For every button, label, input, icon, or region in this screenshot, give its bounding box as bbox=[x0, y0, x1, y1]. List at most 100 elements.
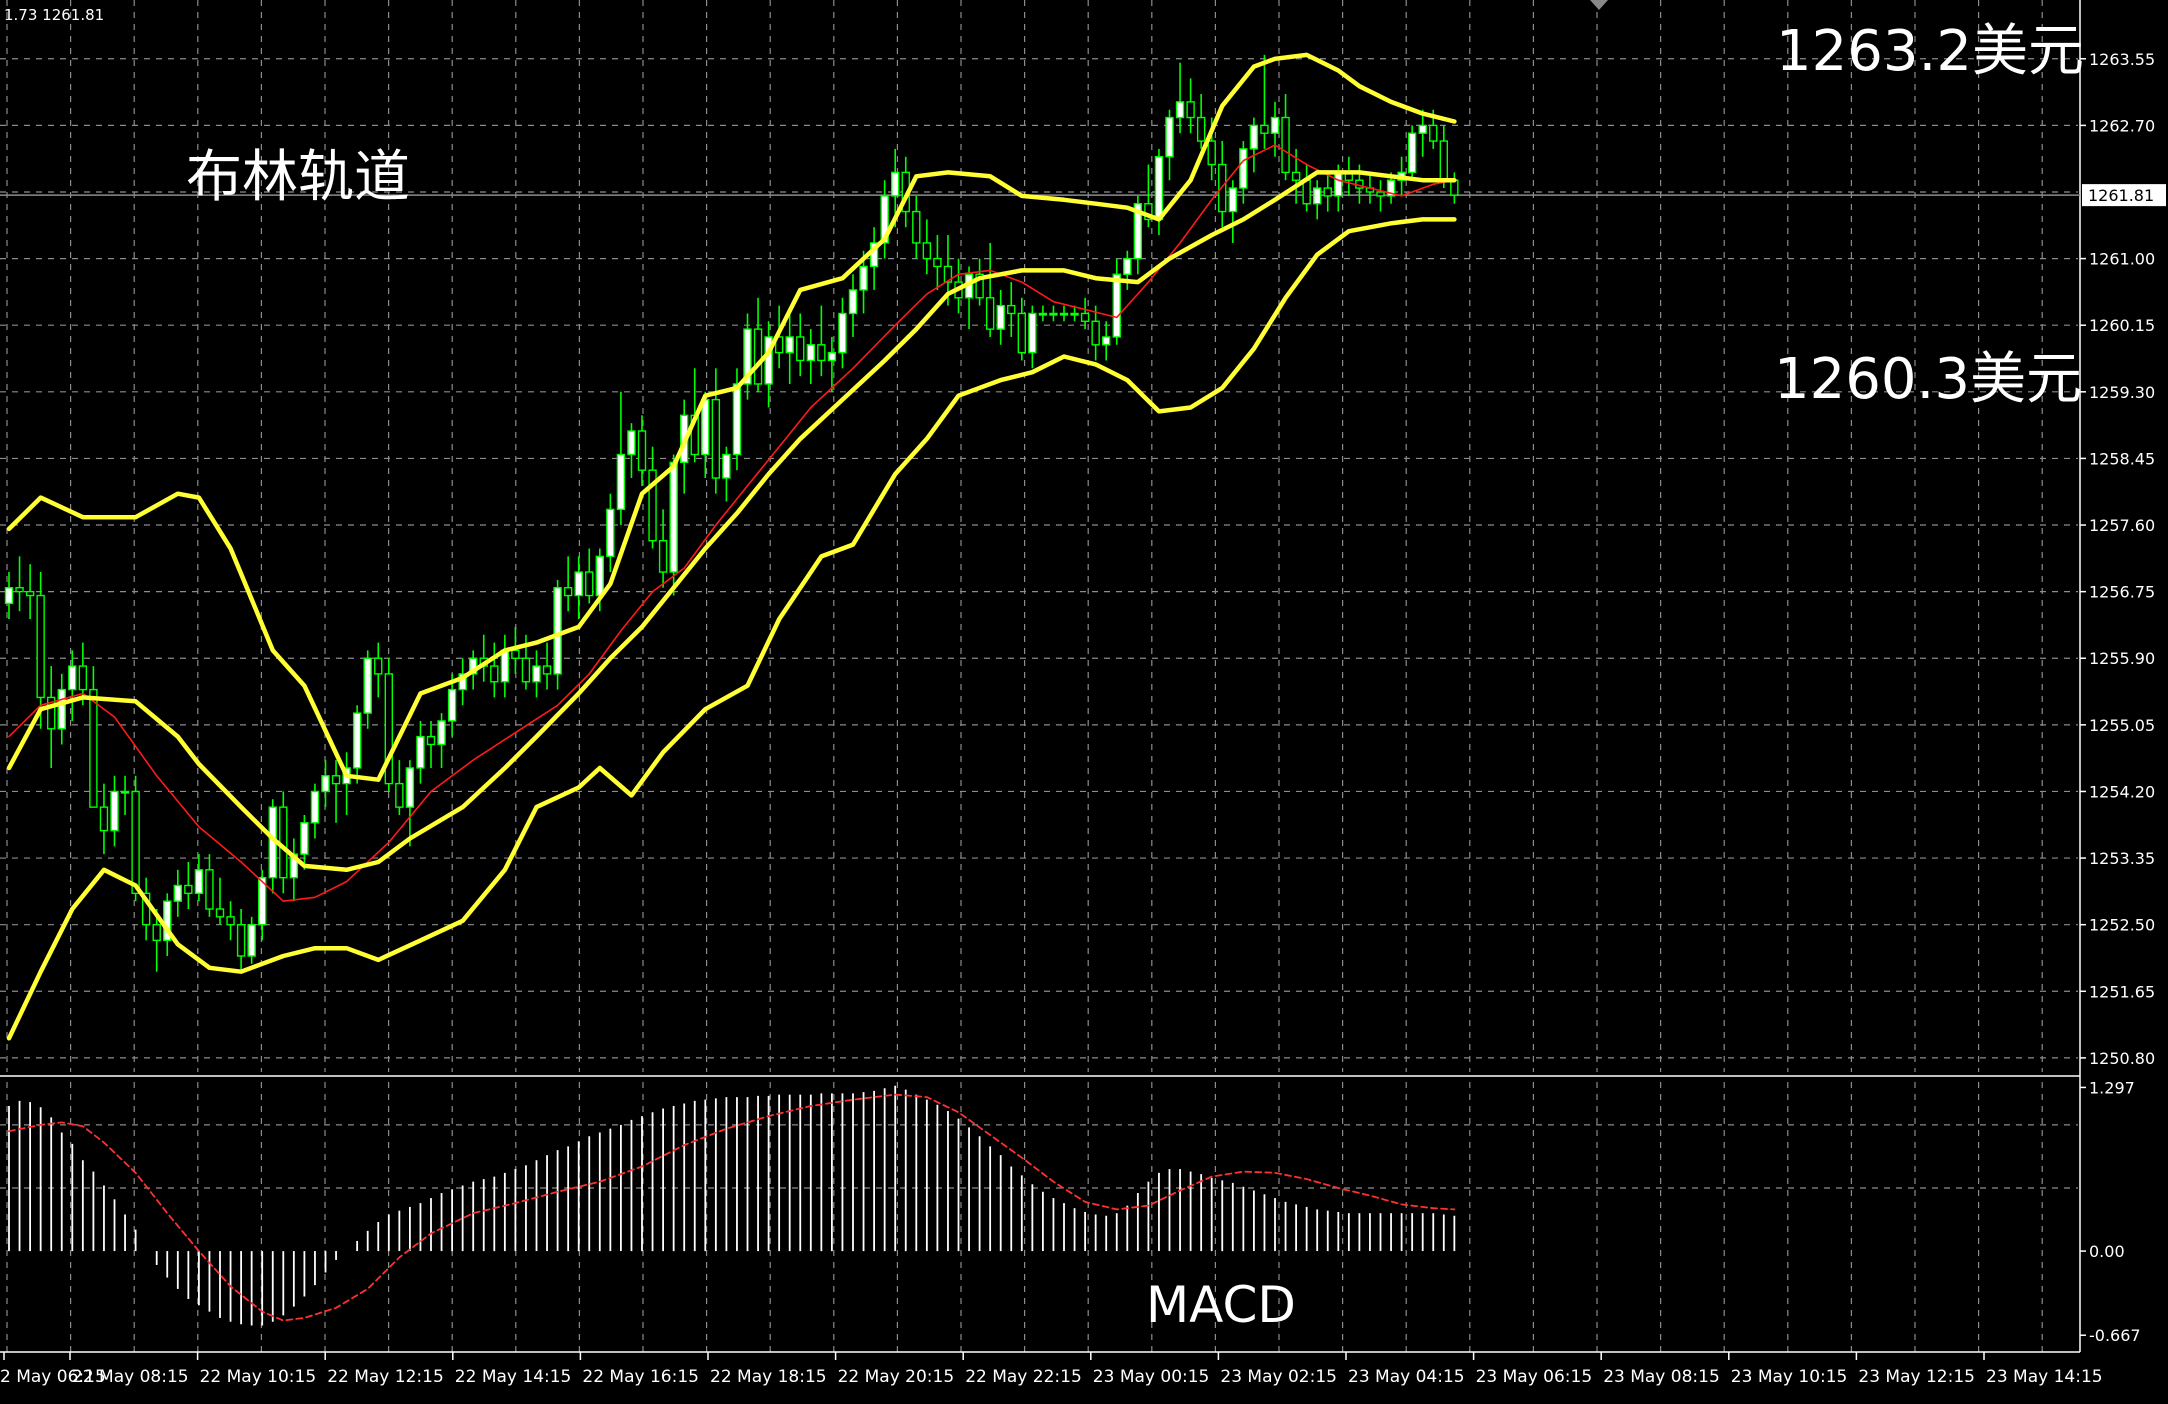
candle-body-bull bbox=[627, 430, 636, 456]
time-tick-label: 22 May 22:15 bbox=[965, 1367, 1082, 1387]
candle-body-bear bbox=[279, 806, 288, 879]
candle-body-bear bbox=[236, 923, 246, 957]
candle-body-bull bbox=[1123, 257, 1132, 275]
candle-body-bull bbox=[57, 688, 66, 730]
annotation-bollinger: 布林轨道 bbox=[186, 145, 410, 210]
time-tick-label: 22 May 08:15 bbox=[72, 1367, 189, 1387]
price-tick-label: 1262.70 bbox=[2089, 116, 2155, 135]
candle-body-bull bbox=[827, 351, 837, 362]
price-tick-label: 1255.90 bbox=[2089, 649, 2155, 668]
candle-body-bear bbox=[1429, 124, 1438, 142]
annotation-macd: MACD bbox=[1146, 1276, 1296, 1334]
candle-body-bull bbox=[669, 461, 678, 573]
candle-body-bear bbox=[1291, 171, 1301, 181]
price-tick-label: 1260.15 bbox=[2089, 316, 2155, 335]
candle-body-bear bbox=[152, 923, 161, 942]
candle-body-bull bbox=[1175, 101, 1185, 119]
candle-body-bear bbox=[1281, 116, 1290, 174]
chart-info-readout: 1.73 1261.81 bbox=[4, 6, 105, 24]
candle-body-bull bbox=[1154, 156, 1164, 221]
candle-body-bear bbox=[658, 540, 668, 573]
candle-body-bear bbox=[331, 775, 341, 785]
candle-body-bull bbox=[1312, 187, 1322, 205]
time-tick-label: 23 May 06:15 bbox=[1476, 1367, 1593, 1387]
current-price-label: 1261.81 bbox=[2088, 186, 2154, 205]
candle-body-bear bbox=[585, 571, 594, 597]
time-tick-label: 22 May 16:15 bbox=[582, 1367, 699, 1387]
candle-body-bull bbox=[1038, 312, 1048, 316]
annotation-lower-band: 1260.3美元 bbox=[1774, 347, 2082, 412]
candle-body-bear bbox=[1439, 140, 1449, 181]
candle-body-bull bbox=[532, 665, 541, 683]
time-tick-label: 23 May 14:15 bbox=[1986, 1367, 2103, 1387]
price-tick-label: 1258.45 bbox=[2089, 449, 2155, 468]
candle-body-bull bbox=[247, 923, 256, 957]
candle-body-bear bbox=[374, 657, 383, 675]
price-tick-label: 1256.75 bbox=[2089, 583, 2155, 602]
candle-body-bear bbox=[1302, 179, 1311, 205]
candle-body-bull bbox=[595, 555, 604, 597]
candle-body-bull bbox=[732, 383, 742, 456]
candle-body-bear bbox=[817, 344, 826, 362]
candle-body-bear bbox=[25, 590, 35, 597]
time-tick-label: 23 May 10:15 bbox=[1731, 1367, 1848, 1387]
candle-body-bull bbox=[848, 289, 858, 315]
candle bbox=[384, 658, 393, 792]
candle-body-bull bbox=[1228, 187, 1238, 213]
candle-body-bull bbox=[416, 735, 425, 769]
candle-body-bull bbox=[1270, 116, 1280, 134]
price-tick-label: 1253.35 bbox=[2089, 849, 2155, 868]
candle-body-bull bbox=[1418, 124, 1427, 134]
candle-body-bear bbox=[184, 884, 193, 895]
macd-tick-label: 1.297 bbox=[2089, 1078, 2135, 1097]
candle-body-bull bbox=[194, 869, 204, 895]
time-tick-label: 22 May 14:15 bbox=[455, 1367, 572, 1387]
price-tick-label: 1259.30 bbox=[2089, 383, 2155, 402]
candle-body-bear bbox=[1218, 163, 1227, 213]
candle-body-bear bbox=[78, 665, 88, 691]
candle-body-bear bbox=[15, 587, 24, 593]
candle-body-bear bbox=[395, 782, 404, 808]
candle-body-bull bbox=[120, 790, 130, 794]
macd-tick-label: -0.667 bbox=[2089, 1326, 2141, 1345]
candle-body-bull bbox=[447, 688, 457, 722]
time-tick-label: 22 May 18:15 bbox=[710, 1367, 827, 1387]
candle-body-bull bbox=[1249, 124, 1259, 150]
candle-body-bull bbox=[785, 336, 794, 354]
macd-tick-label: 0.00 bbox=[2089, 1242, 2125, 1261]
candle-body-bear bbox=[205, 869, 214, 910]
candle-body-bear bbox=[226, 916, 235, 926]
candle-body-bear bbox=[36, 594, 45, 699]
candle-body-bear bbox=[1450, 179, 1459, 196]
price-tick-label: 1251.65 bbox=[2089, 982, 2155, 1001]
candle-body-bull bbox=[1059, 312, 1069, 316]
candle-body-bull bbox=[806, 344, 815, 362]
time-tick-label: 23 May 04:15 bbox=[1348, 1367, 1465, 1387]
time-tick-label: 22 May 12:15 bbox=[327, 1367, 444, 1387]
candle-body-bull bbox=[1070, 312, 1079, 316]
price-tick-label: 1257.60 bbox=[2089, 516, 2155, 535]
annotation-upper-band: 1263.2美元 bbox=[1776, 19, 2084, 84]
candle-body-bull bbox=[1165, 116, 1174, 158]
candle-body-bull bbox=[352, 712, 362, 769]
candle-body-bull bbox=[891, 171, 900, 197]
candle-body-bull bbox=[437, 720, 446, 746]
candle-body-bull bbox=[722, 453, 731, 479]
candle-body-bear bbox=[1007, 304, 1016, 315]
candle-body-bear bbox=[1186, 101, 1195, 119]
candle-body-bull bbox=[68, 665, 77, 691]
candle-body-bear bbox=[521, 657, 531, 683]
candle-body-bull bbox=[110, 790, 119, 832]
candle-body-bull bbox=[1101, 336, 1111, 346]
candle-body-bull bbox=[616, 453, 626, 511]
candle-body-bear bbox=[1376, 191, 1385, 197]
candle-body-bull bbox=[363, 657, 372, 714]
candle-body-bear bbox=[1091, 320, 1100, 346]
candle-body-bull bbox=[838, 312, 847, 354]
price-tick-label: 1252.50 bbox=[2089, 916, 2155, 935]
candle-body-bear bbox=[490, 665, 499, 683]
candle-body-bear bbox=[131, 790, 140, 895]
candle-body-bear bbox=[1260, 124, 1269, 134]
candle-body-bear bbox=[1196, 116, 1206, 142]
time-tick-label: 23 May 12:15 bbox=[1858, 1367, 1975, 1387]
